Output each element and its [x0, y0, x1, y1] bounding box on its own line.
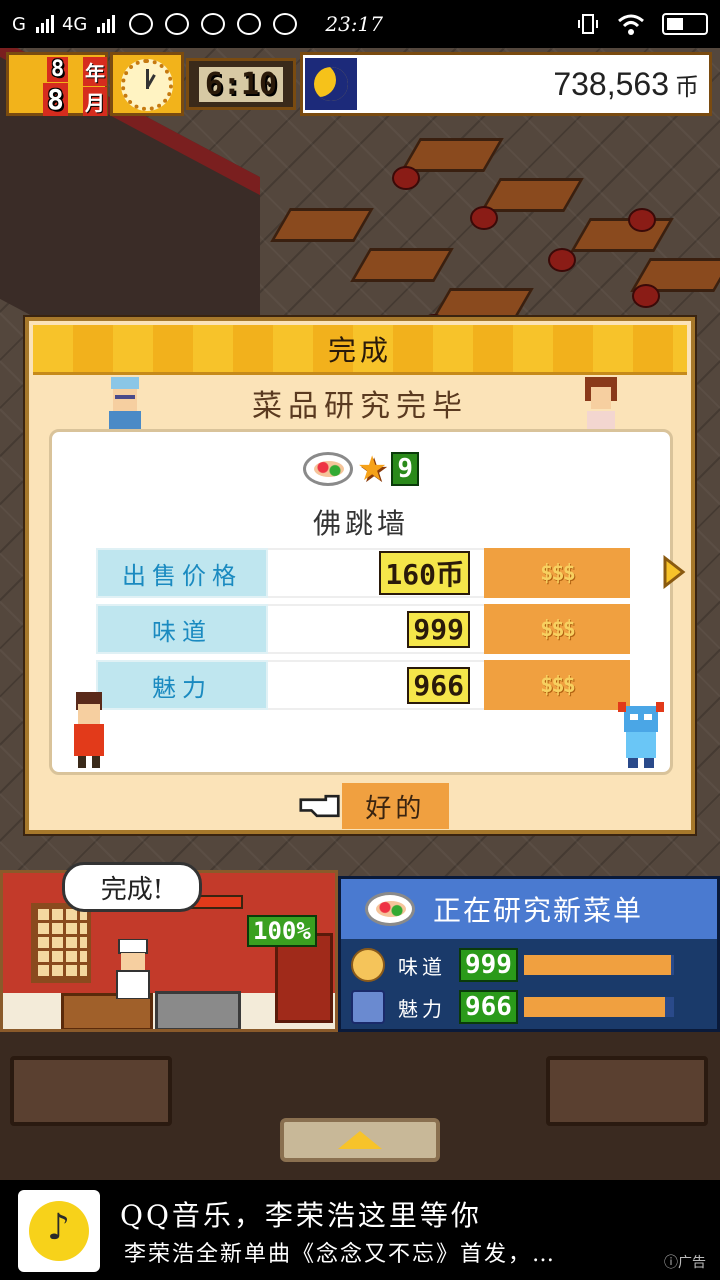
year-number: 8: [47, 57, 69, 82]
stat-value: 999: [407, 610, 470, 648]
pointing-hand-icon: [299, 794, 340, 818]
status-time: 23:17: [325, 12, 383, 36]
stat-row-charm: 魅力 966 $$$: [96, 660, 630, 710]
money-amount: 738,563: [553, 65, 669, 102]
left-menu-slot[interactable]: [10, 1056, 172, 1126]
video-icon: [165, 13, 190, 35]
dialog-title-bar: 完成: [33, 325, 687, 375]
charm-row: 魅力 966: [351, 987, 711, 1027]
dish-result-card: ★ 9 佛跳墙 出售价格 160币 $$$ 味道 999 $$$ 魅力 966 …: [49, 429, 673, 775]
vibrate-icon: [578, 14, 598, 34]
coin-rating-icon: $$$: [484, 660, 630, 710]
stat-label: 味道: [96, 604, 268, 654]
research-complete-dialog: 完成 菜品研究完毕 ★ 9 佛跳墙 出售价格 160币 $$$ 味道 999 $…: [25, 317, 695, 834]
expand-menu-button[interactable]: [280, 1118, 440, 1162]
signal-icon-2: [97, 15, 116, 33]
dish-header: ★ 9: [52, 452, 670, 486]
coin-rating-icon: $$$: [484, 548, 630, 598]
stat-row-price: 出售价格 160币 $$$: [96, 548, 630, 598]
research-progress-percent: 100%: [247, 915, 317, 947]
research-chef-icon: [116, 939, 150, 999]
stool: [392, 166, 420, 190]
bottom-menu-area: [0, 1032, 720, 1180]
stool: [632, 284, 660, 308]
game-time: 6:10: [186, 58, 296, 110]
moon-icon: [305, 58, 357, 110]
research-title: 正在研究新菜单: [433, 894, 644, 927]
ad-tag: ⓘ广告: [664, 1255, 706, 1271]
dialog-title: 完成: [327, 333, 392, 367]
stat-value: 160币: [379, 551, 470, 595]
qq-music-logo-icon: [18, 1190, 100, 1272]
star-icon: ★: [356, 449, 388, 489]
stat-label: 魅力: [96, 660, 268, 710]
taste-bar: [523, 955, 674, 975]
table: [270, 208, 374, 242]
taste-label: 味道: [398, 954, 446, 979]
stat-label: 出售价格: [96, 548, 268, 598]
next-page-arrow-icon[interactable]: [662, 555, 686, 589]
date-display: 8 年 8 月: [6, 52, 108, 116]
wifi-icon: [618, 14, 644, 35]
coin-rating-icon: $$$: [484, 604, 630, 654]
ok-button[interactable]: 好的: [299, 783, 449, 829]
month-number: 8: [43, 83, 68, 116]
research-panel: 100% 完成! 正在研究新菜单 味道 999 魅力 966: [0, 862, 720, 1032]
year-label: 年: [83, 57, 107, 86]
ok-button-label: 好的: [341, 783, 449, 829]
charm-bar: [523, 997, 674, 1017]
dish-plate-icon: [365, 892, 415, 926]
ad-title: QQ音乐，李荣浩这里等你: [120, 1199, 482, 1232]
charm-value: 966: [459, 990, 518, 1024]
month-label: 月: [83, 87, 107, 116]
lattice-window: [31, 903, 91, 983]
carrier-label: G: [12, 13, 26, 35]
taste-face-icon: [351, 948, 385, 982]
table: [570, 218, 674, 252]
taste-row: 味道 999: [351, 945, 711, 985]
table: [400, 138, 504, 172]
charm-label: 魅力: [398, 996, 446, 1021]
dish-plate-icon: [302, 452, 353, 486]
battery-icon: [662, 13, 708, 35]
weibo-icon: [129, 13, 154, 35]
waitress-portrait-icon: [585, 377, 617, 429]
up-arrow-icon: [338, 1131, 382, 1149]
dish-name: 佛跳墙: [312, 507, 409, 540]
status-bar: G 4G 23:17: [0, 0, 720, 48]
stool: [548, 248, 576, 272]
wechat-icon: [201, 13, 226, 35]
clock-icon: [110, 52, 184, 116]
waiter-character-icon: [74, 692, 104, 768]
stat-value: 966: [407, 666, 470, 704]
money-display: 738,563 币: [300, 52, 712, 116]
research-header: 正在研究新菜单: [341, 879, 717, 939]
message-icon: [273, 13, 298, 35]
network-label: 4G: [61, 13, 88, 35]
stove: [155, 991, 241, 1029]
dish-rank: 9: [391, 452, 420, 486]
speech-bubble: 完成!: [62, 862, 202, 912]
stool: [470, 206, 498, 230]
charm-dish-icon: [351, 990, 385, 1024]
ad-description: 李荣浩全新单曲《念念又不忘》首发，…: [124, 1242, 557, 1267]
table: [480, 178, 584, 212]
top-hud: 8 年 8 月 6:10 738,563 币: [0, 48, 720, 120]
right-menu-slot[interactable]: [546, 1056, 708, 1126]
stool: [628, 208, 656, 232]
qq-icon: [237, 13, 262, 35]
table: [350, 248, 454, 282]
stat-row-taste: 味道 999 $$$: [96, 604, 630, 654]
research-info: 正在研究新菜单 味道 999 魅力 966: [338, 876, 720, 1032]
money-unit: 币: [675, 73, 699, 101]
ad-banner[interactable]: QQ音乐，李荣浩这里等你 李荣浩全新单曲《念念又不忘》首发，… ⓘ广告: [0, 1180, 720, 1280]
signal-icon: [35, 15, 54, 33]
dragon-mascot-icon: [618, 702, 664, 768]
taste-value: 999: [459, 948, 518, 982]
